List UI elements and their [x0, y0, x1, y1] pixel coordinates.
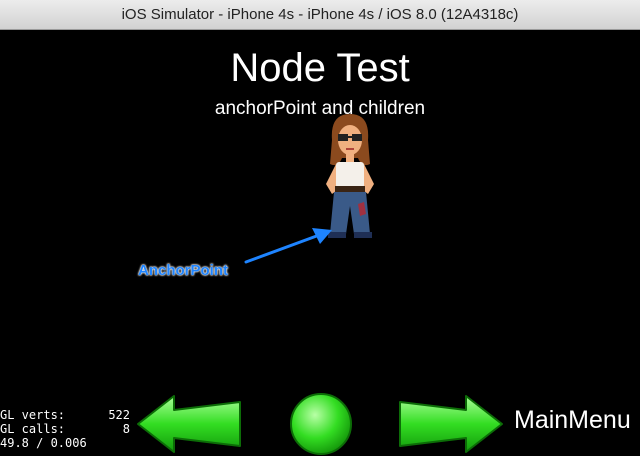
- gl-stats: GL verts: 522 GL calls: 8 49.8 / 0.006: [0, 408, 130, 450]
- scene-title: Node Test: [230, 46, 410, 90]
- simulator-window: iOS Simulator - iPhone 4s - iPhone 4s / …: [0, 0, 640, 456]
- main-menu-button[interactable]: MainMenu: [514, 406, 631, 435]
- gl-verts-row: GL verts: 522: [0, 408, 130, 422]
- gl-verts-label: GL verts:: [0, 408, 66, 422]
- restart-button[interactable]: [286, 392, 356, 456]
- game-screen: Node Test anchorPoint and children Ancho…: [0, 30, 640, 456]
- gl-calls-label: GL calls:: [0, 422, 66, 436]
- right-arrow-icon: [399, 395, 503, 453]
- gl-calls-value: 8: [122, 422, 130, 436]
- anchor-point-label: AnchorPoint: [138, 262, 228, 279]
- left-arrow-icon: [137, 395, 241, 453]
- anchor-arrow-icon: [244, 228, 332, 264]
- gl-verts-value: 522: [108, 408, 130, 422]
- fps-readout: 49.8 / 0.006: [0, 436, 87, 450]
- gl-calls-row: GL calls: 8: [0, 422, 130, 436]
- character-sprite: [326, 114, 374, 238]
- prev-button[interactable]: [134, 392, 244, 456]
- window-title: iOS Simulator - iPhone 4s - iPhone 4s / …: [0, 0, 640, 30]
- circle-icon: [290, 393, 352, 455]
- next-button[interactable]: [396, 392, 506, 456]
